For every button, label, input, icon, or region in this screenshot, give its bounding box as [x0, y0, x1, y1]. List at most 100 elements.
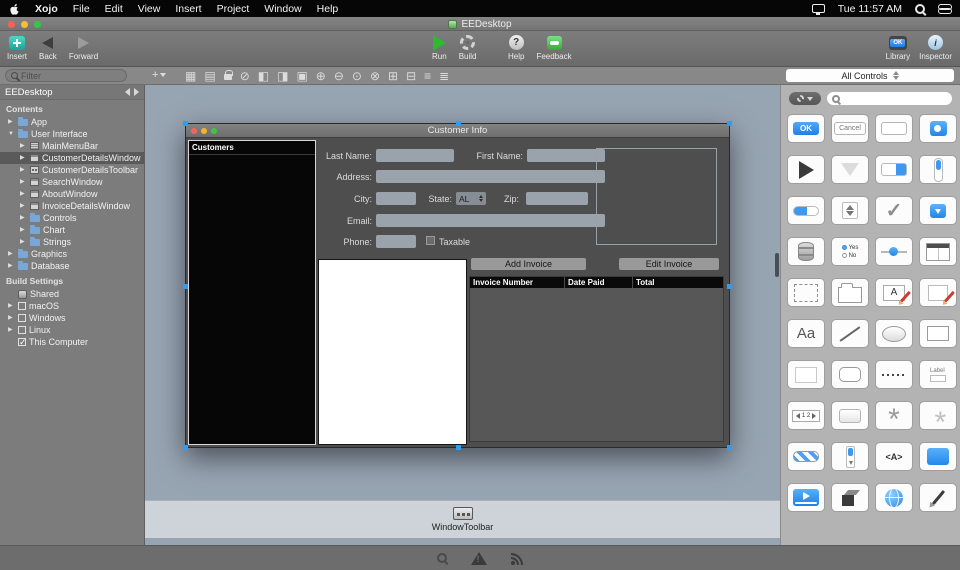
editor-scrollbar[interactable] — [775, 253, 779, 277]
library-item-slider[interactable] — [875, 237, 913, 266]
align-cross-icon[interactable]: ⊗ — [370, 69, 380, 83]
status-feed-icon[interactable] — [511, 552, 524, 565]
library-item-push-button[interactable]: OK — [787, 114, 825, 143]
library-item-tab-panel[interactable] — [831, 278, 869, 307]
filter-input[interactable] — [21, 71, 138, 81]
back-button[interactable]: Back — [39, 34, 57, 61]
library-item-text-field[interactable]: A — [875, 278, 913, 307]
library-button[interactable]: OK Library — [886, 34, 910, 61]
apple-menu-icon[interactable] — [10, 3, 20, 15]
email-label[interactable]: Email: — [306, 216, 372, 226]
nav-forward-icon[interactable] — [134, 88, 139, 96]
nav-item-strings[interactable]: Strings — [0, 236, 144, 248]
taxable-label[interactable]: Taxable — [439, 237, 489, 247]
library-item-vertical-scrollbar[interactable] — [919, 155, 957, 184]
minimize-button[interactable] — [21, 21, 28, 28]
row-layout-icon[interactable]: ▤ — [204, 69, 215, 83]
linux-checkbox[interactable] — [18, 326, 26, 334]
status-warnings-icon[interactable] — [471, 552, 487, 565]
library-item-list-box[interactable] — [919, 237, 957, 266]
nav-item-shared[interactable]: Shared — [0, 288, 144, 300]
navigator-header[interactable]: EEDesktop — [0, 85, 144, 100]
align-remove-icon[interactable]: ⊖ — [334, 69, 344, 83]
library-item-line[interactable] — [831, 319, 869, 348]
menu-help[interactable]: Help — [317, 3, 339, 15]
address-field[interactable] — [376, 170, 605, 183]
library-settings-button[interactable] — [789, 92, 821, 105]
library-item-popup-menu[interactable] — [919, 196, 957, 225]
library-item-activity-indicator[interactable] — [875, 401, 913, 430]
nav-back-icon[interactable] — [125, 88, 130, 96]
phone-label[interactable]: Phone: — [306, 237, 372, 247]
resize-handle[interactable] — [183, 284, 188, 289]
this-computer-checkbox[interactable] — [18, 338, 26, 346]
menu-file[interactable]: File — [73, 3, 90, 15]
library-item-text-label[interactable]: Label — [919, 360, 957, 389]
grid-layout-icon[interactable]: ▦ — [185, 69, 196, 83]
menu-view[interactable]: View — [138, 3, 161, 15]
window-toolbar-icon[interactable] — [453, 507, 473, 520]
last-name-label[interactable]: Last Name: — [306, 151, 372, 161]
display-icon[interactable] — [812, 4, 825, 13]
library-item-rectangle[interactable] — [919, 319, 957, 348]
nav-item-database[interactable]: Database — [0, 260, 144, 272]
taxable-checkbox[interactable] — [426, 236, 435, 245]
resize-handle[interactable] — [456, 121, 461, 126]
nav-item-aboutwindow[interactable]: AboutWindow — [0, 188, 144, 200]
library-item-disclosure-triangle[interactable] — [831, 155, 869, 184]
nav-item-this-computer[interactable]: This Computer — [0, 336, 144, 348]
state-label[interactable]: State: — [414, 194, 452, 204]
library-item-html-viewer[interactable]: <A> — [875, 442, 913, 471]
help-button[interactable]: ? Help — [508, 34, 524, 61]
nav-item-windows[interactable]: Windows — [0, 312, 144, 324]
library-item-group-box[interactable] — [787, 278, 825, 307]
nav-item-graphics[interactable]: Graphics — [0, 248, 144, 260]
library-item-oval[interactable] — [875, 319, 913, 348]
macos-checkbox[interactable] — [18, 302, 26, 310]
library-item-web-connection[interactable] — [875, 483, 913, 512]
nav-item-customerdetailswindow[interactable]: CustomerDetailsWindow — [0, 152, 144, 164]
nav-item-controls[interactable]: Controls — [0, 212, 144, 224]
spotlight-search-icon[interactable] — [915, 4, 925, 14]
add-invoice-button[interactable]: Add Invoice — [471, 258, 586, 270]
filter-field[interactable] — [5, 69, 127, 82]
nav-item-user-interface[interactable]: User Interface — [0, 128, 144, 140]
run-button[interactable]: Run — [432, 34, 447, 61]
library-item-placard[interactable] — [831, 401, 869, 430]
address-label[interactable]: Address: — [306, 172, 372, 182]
library-item-default-button[interactable] — [875, 114, 913, 143]
photo-image-well[interactable] — [596, 148, 717, 245]
library-item-segmented-control[interactable] — [919, 114, 957, 143]
library-item-canvas[interactable] — [787, 360, 825, 389]
invoices-listbox[interactable]: Invoice Number Date Paid Total — [469, 276, 724, 442]
all-controls-dropdown[interactable]: All Controls — [786, 69, 954, 82]
inspector-button[interactable]: i Inspector — [919, 34, 952, 61]
windows-checkbox[interactable] — [18, 314, 26, 322]
library-item-database-query[interactable] — [787, 237, 825, 266]
feedback-button[interactable]: Feedback — [536, 34, 571, 61]
edit-invoice-button[interactable]: Edit Invoice — [619, 258, 719, 270]
library-item-opengl-surface[interactable] — [831, 483, 869, 512]
library-item-radio-button[interactable]: Yes No — [831, 237, 869, 266]
link-icon[interactable]: ⊘ — [240, 69, 250, 83]
menu-clock[interactable]: Tue 11:57 AM — [838, 3, 902, 15]
menu-edit[interactable]: Edit — [105, 3, 123, 15]
email-field[interactable] — [376, 214, 605, 227]
last-name-field[interactable] — [376, 149, 454, 162]
distribute-v-icon[interactable]: ⊟ — [406, 69, 416, 83]
nav-item-linux[interactable]: Linux — [0, 324, 144, 336]
resize-handle[interactable] — [456, 445, 461, 450]
resize-handle[interactable] — [727, 121, 732, 126]
distribute-h-icon[interactable]: ⊞ — [388, 69, 398, 83]
library-search-field[interactable] — [827, 92, 952, 105]
pane-full-icon[interactable]: ▣ — [296, 69, 307, 83]
city-label[interactable]: City: — [306, 194, 372, 204]
library-item-pen[interactable] — [919, 483, 957, 512]
align-add-icon[interactable]: ⊕ — [316, 69, 326, 83]
library-item-page-panel[interactable]: 1 2 — [787, 401, 825, 430]
resize-handle[interactable] — [183, 445, 188, 450]
library-item-scrollbar[interactable] — [831, 442, 869, 471]
menu-insert[interactable]: Insert — [175, 3, 201, 15]
library-item-styled-text-editor[interactable] — [919, 278, 957, 307]
pane-left-icon[interactable]: ◧ — [258, 69, 269, 83]
